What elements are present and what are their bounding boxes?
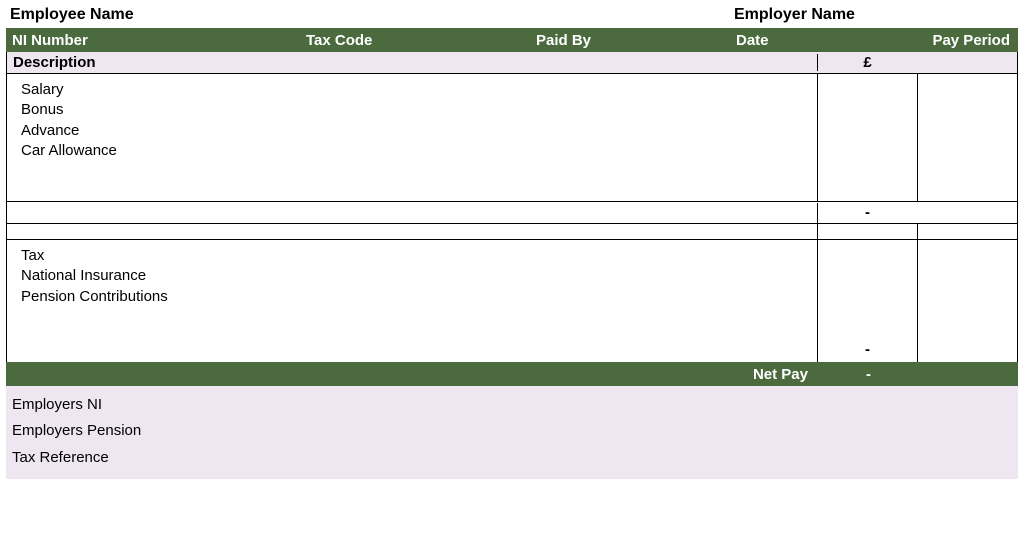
deductions-amounts: - <box>817 240 917 362</box>
net-pay-label: Net Pay <box>6 366 818 383</box>
description-header-row: Description £ <box>6 52 1018 74</box>
employers-ni-label: Employers NI <box>12 392 1012 418</box>
deduction-item: Tax <box>21 246 813 266</box>
employer-name-label: Employer Name <box>734 6 1014 24</box>
earning-item: Advance <box>21 121 813 141</box>
deduction-item: Pension Contributions <box>21 287 813 307</box>
footer-block: Employers NI Employers Pension Tax Refer… <box>6 386 1018 479</box>
pay-period-header: Pay Period <box>896 32 1018 49</box>
deductions-subtotal-value: - <box>818 341 917 358</box>
earnings-block: Salary Bonus Advance Car Allowance <box>6 74 1018 202</box>
info-header-bar: NI Number Tax Code Paid By Date Pay Peri… <box>6 28 1018 52</box>
employers-pension-label: Employers Pension <box>12 418 1012 444</box>
description-label: Description <box>7 54 817 71</box>
earnings-subtotal-row: - <box>6 202 1018 224</box>
payslip: Employee Name Employer Name NI Number Ta… <box>6 4 1018 479</box>
net-pay-bar: Net Pay - <box>6 362 1018 386</box>
paid-by-header: Paid By <box>536 32 736 49</box>
deductions-last-col <box>917 240 1017 362</box>
tax-reference-label: Tax Reference <box>12 445 1012 471</box>
deduction-item: National Insurance <box>21 266 813 286</box>
earning-item: Car Allowance <box>21 141 813 161</box>
deductions-block: Tax National Insurance Pension Contribut… <box>6 240 1018 362</box>
ni-number-header: NI Number <box>6 32 306 49</box>
earning-item: Bonus <box>21 100 813 120</box>
earnings-amounts <box>817 74 917 201</box>
currency-label: £ <box>817 54 917 71</box>
net-pay-value: - <box>818 366 918 383</box>
date-header: Date <box>736 32 896 49</box>
earning-item: Salary <box>21 80 813 100</box>
deductions-descriptions: Tax National Insurance Pension Contribut… <box>7 240 817 362</box>
top-header-row: Employee Name Employer Name <box>6 4 1018 28</box>
tax-code-header: Tax Code <box>306 32 536 49</box>
spacer-row <box>6 224 1018 240</box>
employee-name-label: Employee Name <box>10 6 734 24</box>
earnings-descriptions: Salary Bonus Advance Car Allowance <box>7 74 817 201</box>
earnings-subtotal-value: - <box>817 203 917 223</box>
earnings-last-col <box>917 74 1017 201</box>
